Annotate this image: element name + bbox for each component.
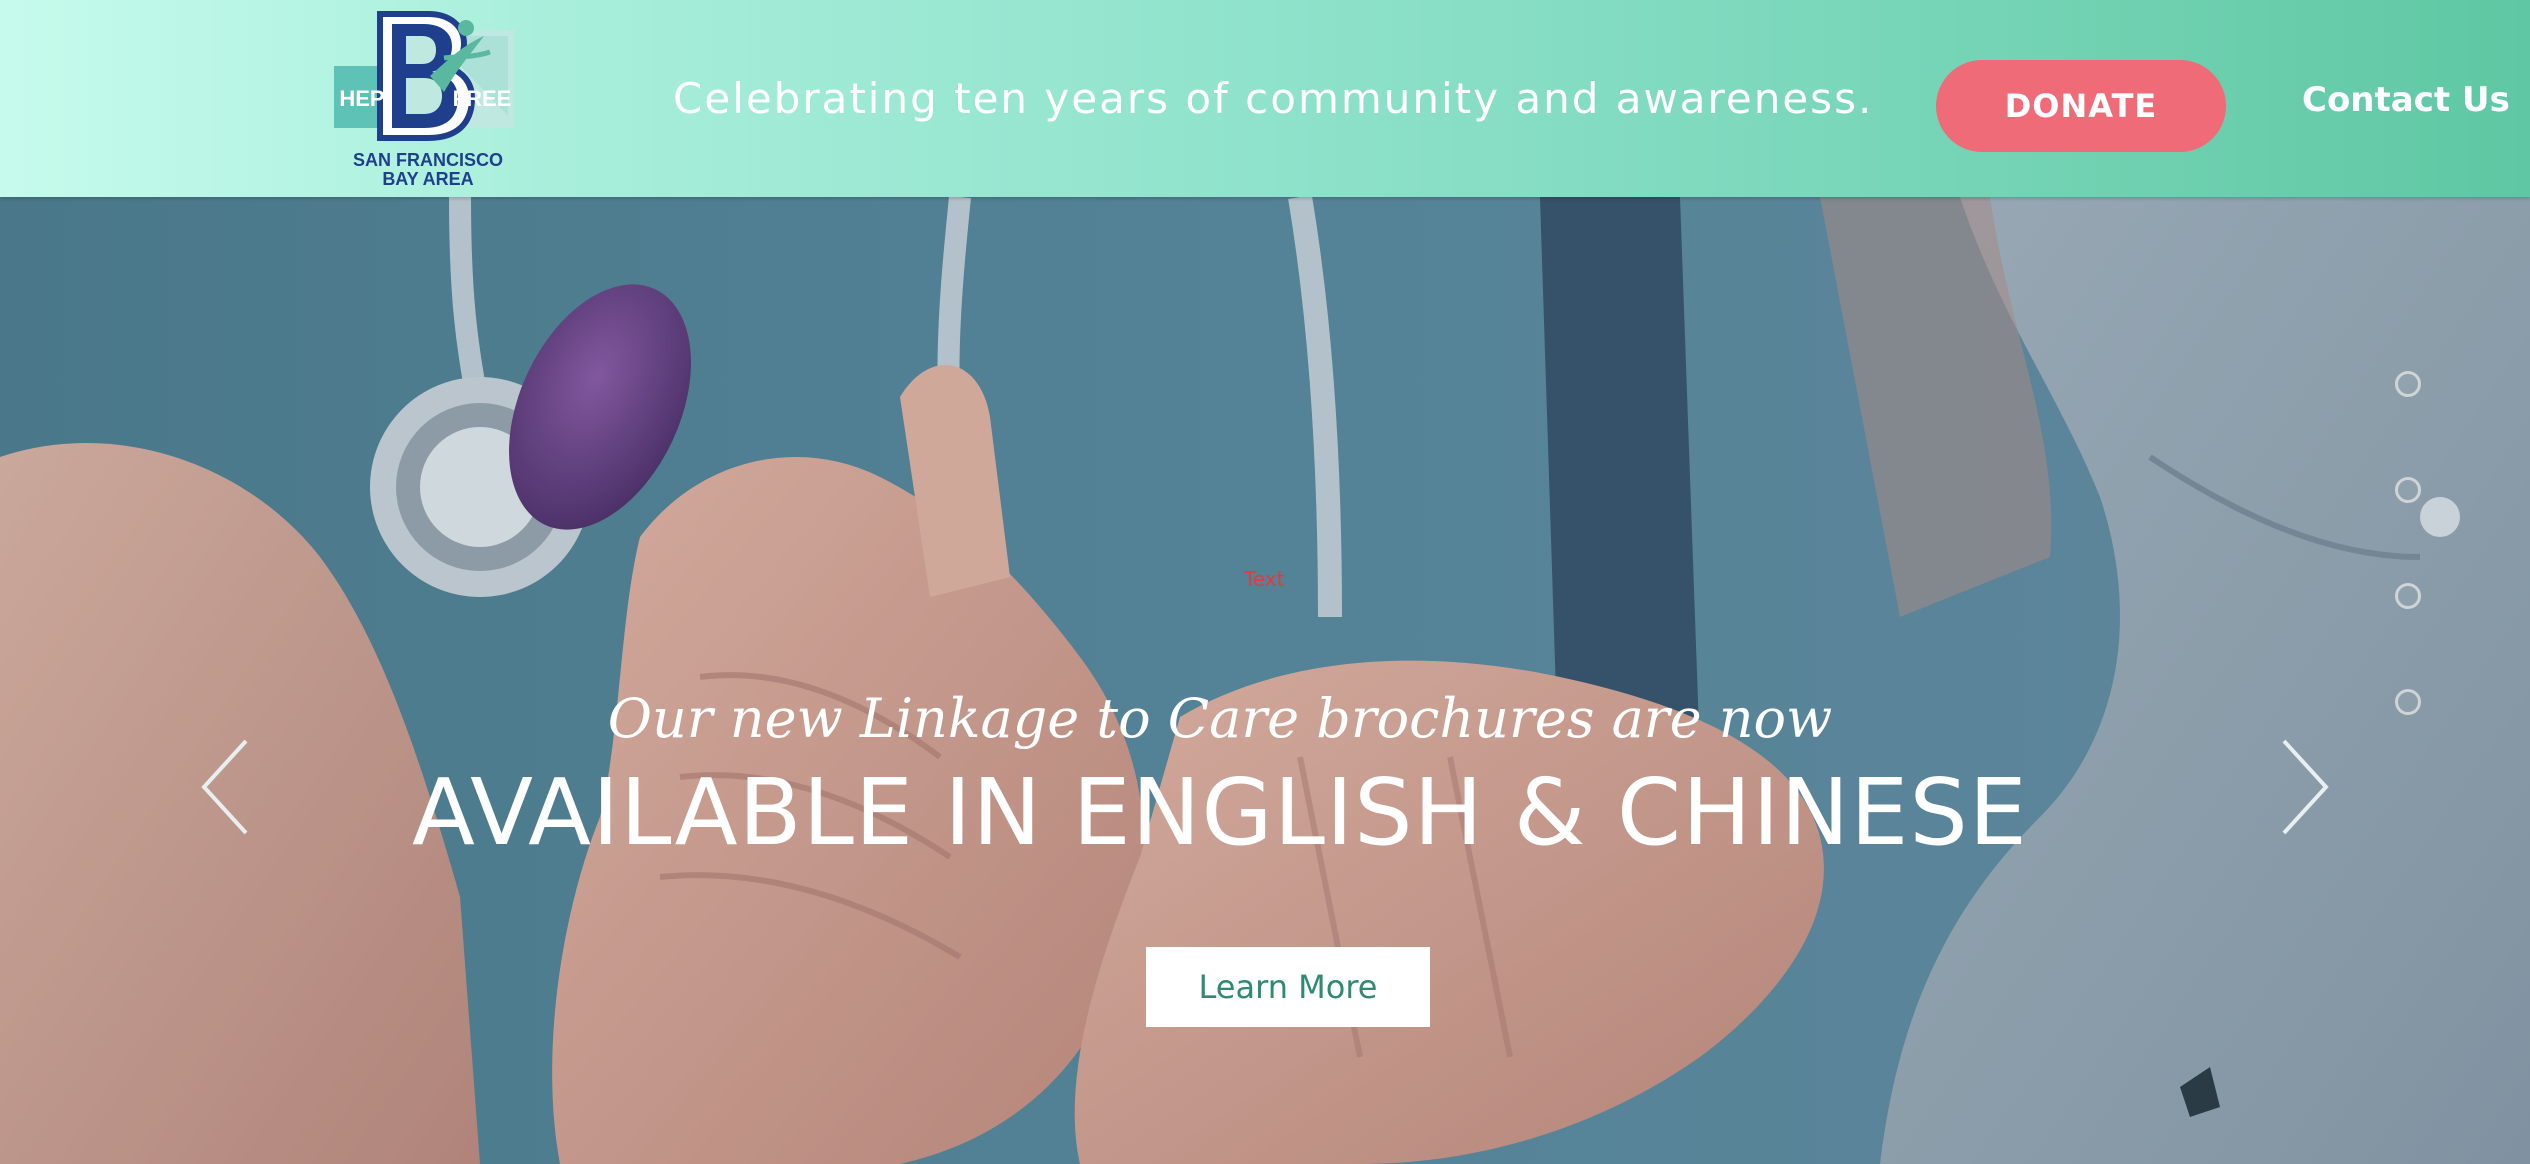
placeholder-text: Text <box>1244 567 1285 591</box>
hep-b-free-logo[interactable]: HEP FREE SAN FRANCISCO BAY AREA <box>332 6 520 190</box>
svg-text:HEP: HEP <box>339 86 384 111</box>
learn-more-button[interactable]: Learn More <box>1146 947 1430 1027</box>
slide-dot-1[interactable] <box>2395 371 2421 397</box>
slide-dot-4[interactable] <box>2395 689 2421 715</box>
hero-slideshow: Text Our new Linkage to Care brochures a… <box>0 197 2530 1164</box>
contact-us-link[interactable]: Contact Us <box>2302 80 2510 120</box>
slide-dot-2[interactable] <box>2395 477 2421 503</box>
slide-dot-3[interactable] <box>2395 583 2421 609</box>
hero-subtitle: Our new Linkage to Care brochures are no… <box>607 687 1833 750</box>
donate-button[interactable]: DONATE <box>1936 60 2226 152</box>
hero-title: AVAILABLE IN ENGLISH & CHINESE <box>412 759 2028 866</box>
svg-text:FREE: FREE <box>453 86 512 111</box>
svg-text:SAN FRANCISCO: SAN FRANCISCO <box>353 150 503 170</box>
site-header: HEP FREE SAN FRANCISCO BAY AREA Celebrat… <box>0 0 2530 197</box>
site-tagline: Celebrating ten years of community and a… <box>673 74 1874 123</box>
chevron-right-icon[interactable] <box>2274 735 2334 839</box>
chevron-left-icon[interactable] <box>196 735 256 839</box>
svg-text:BAY AREA: BAY AREA <box>382 169 473 189</box>
